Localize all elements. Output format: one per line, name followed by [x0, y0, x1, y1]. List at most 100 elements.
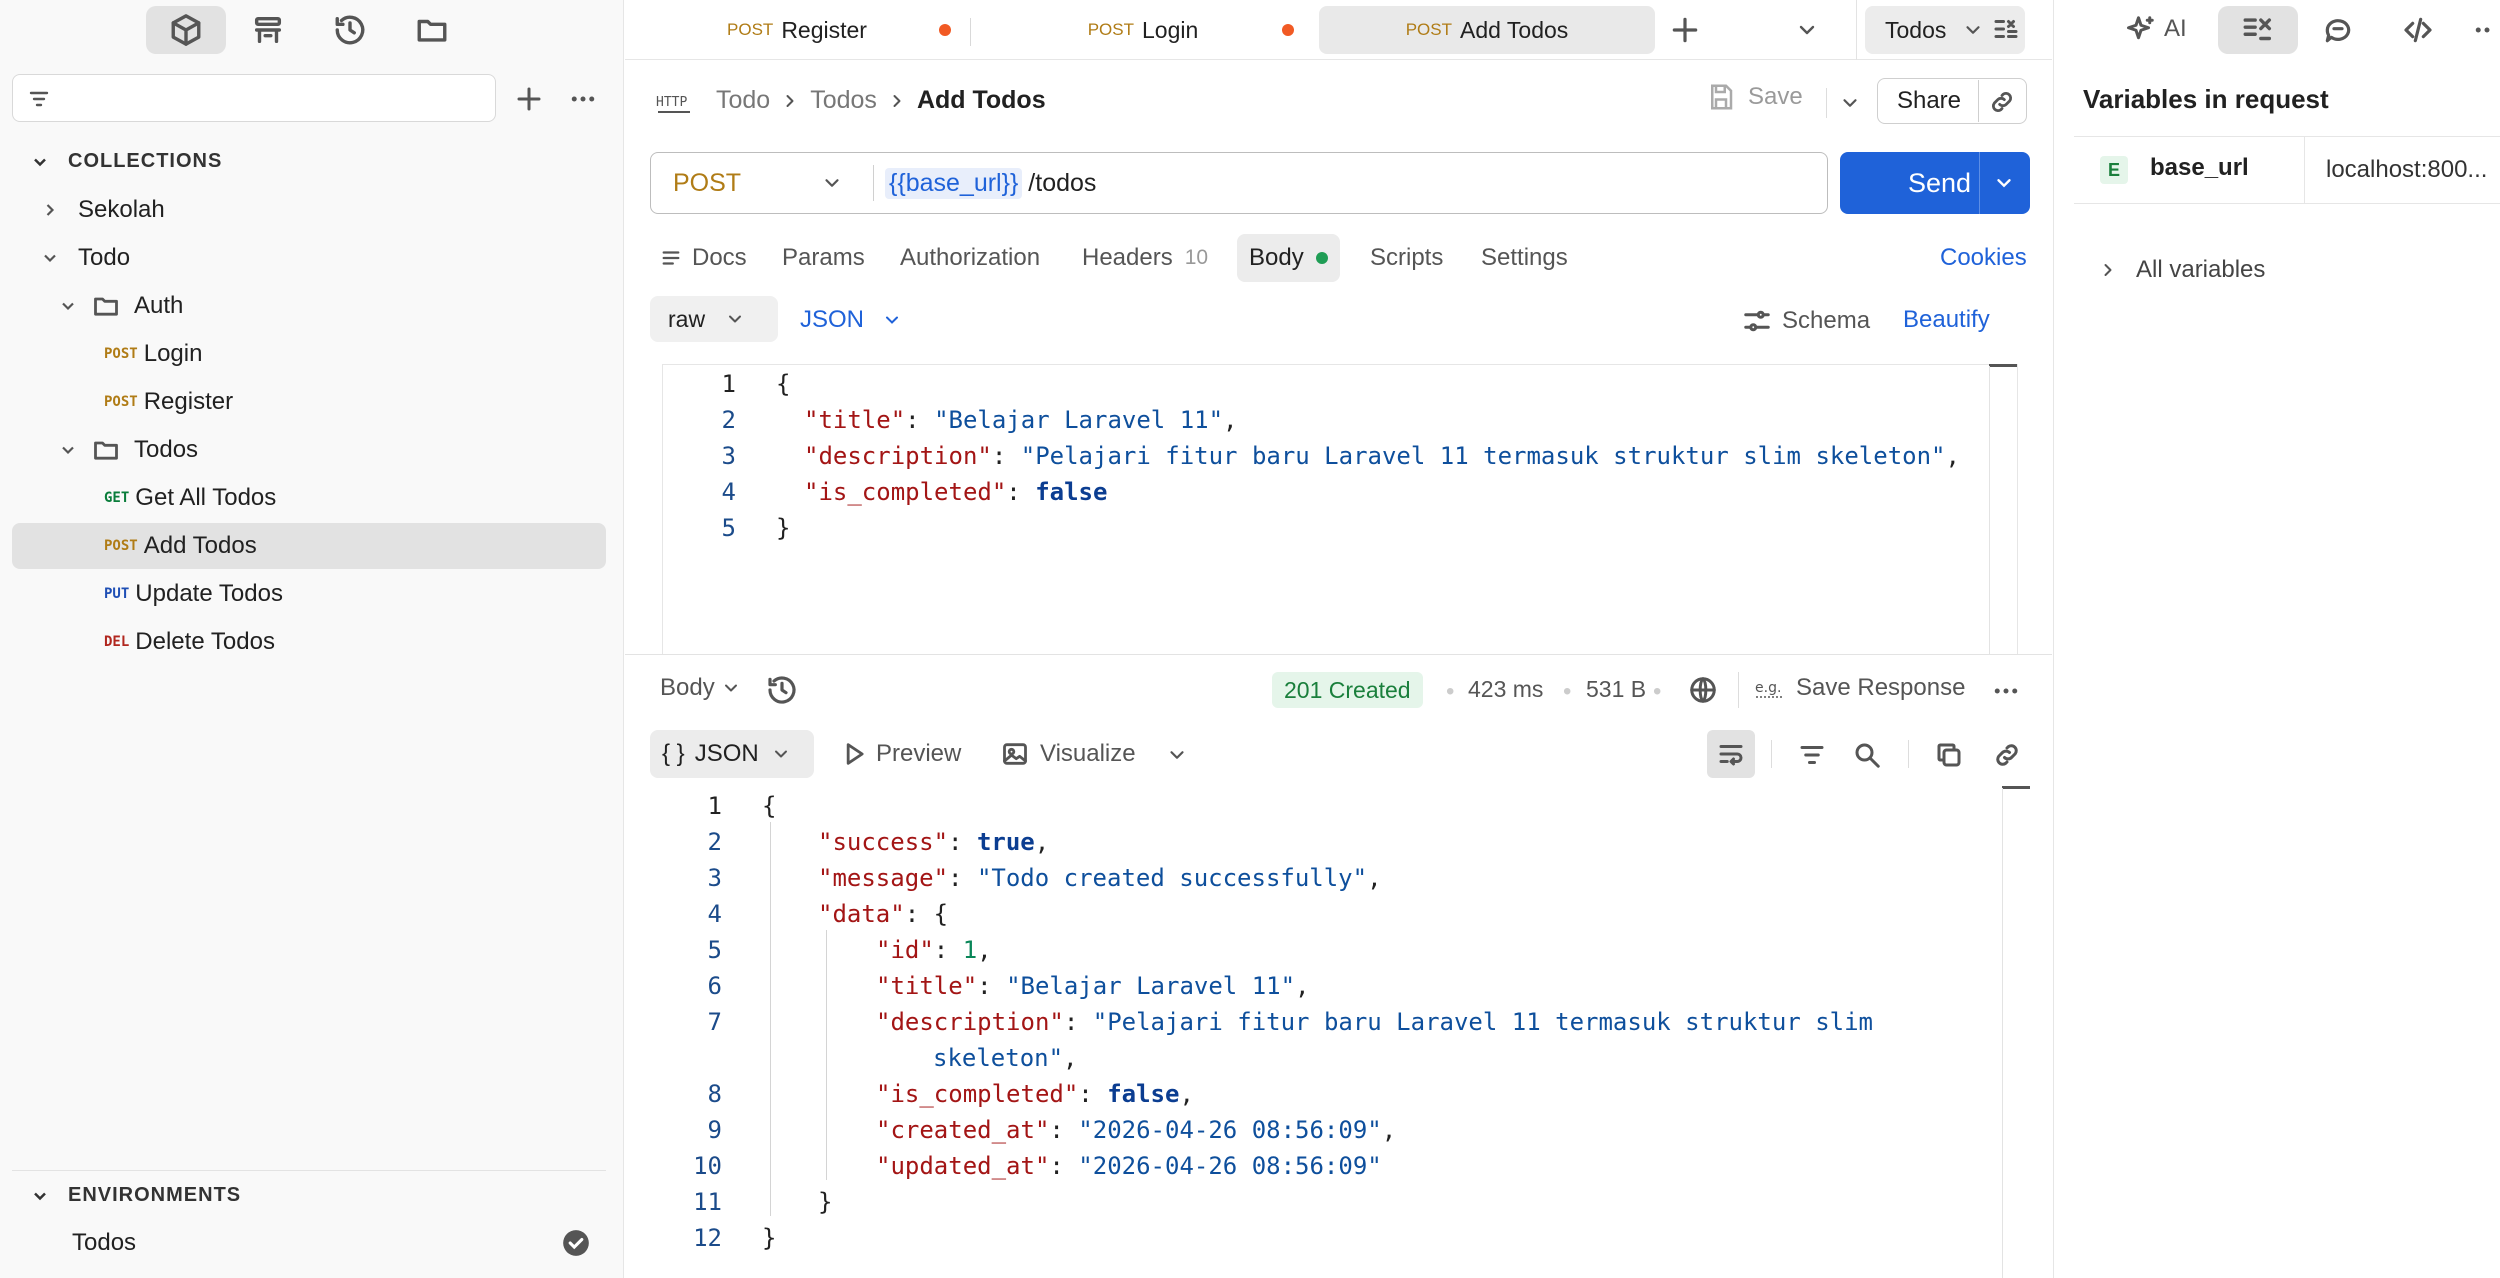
response-view-select[interactable]: Body	[660, 674, 741, 702]
environments-icon[interactable]	[228, 6, 308, 54]
folder-icon	[94, 297, 118, 316]
line-number: 4	[707, 900, 722, 928]
tab-authorization[interactable]: Authorization	[900, 234, 1040, 282]
chevron-down-icon	[774, 750, 787, 758]
line-number: 8	[707, 1080, 722, 1108]
code-line: "title": "Belajar Laravel 11",	[804, 406, 1238, 434]
environment-quick-look-icon[interactable]	[1991, 14, 2021, 44]
filter-icon[interactable]	[1797, 740, 1827, 770]
collections-icon[interactable]	[146, 6, 226, 54]
tab-docs[interactable]: Docs	[660, 234, 747, 282]
tree-request-register[interactable]: POST Register	[12, 379, 606, 425]
body-language-select[interactable]: JSON	[800, 306, 902, 334]
tree-request-get-all-todos[interactable]: GET Get All Todos	[12, 475, 606, 521]
schema-button[interactable]: Schema	[1742, 306, 1870, 336]
code-line: skeleton",	[933, 1044, 1078, 1072]
tab-headers[interactable]: Headers 10	[1082, 234, 1208, 282]
sidebar-filter-input[interactable]	[12, 74, 496, 122]
more-options-icon[interactable]	[1990, 676, 2022, 706]
code-line: "description": "Pelajari fitur baru Lara…	[876, 1008, 1874, 1036]
tree-folder-auth[interactable]: Auth	[12, 283, 606, 329]
tab-body[interactable]: Body	[1237, 234, 1340, 282]
response-format-select[interactable]: { } JSON	[650, 730, 814, 778]
divider	[970, 18, 971, 46]
search-icon[interactable]	[1852, 740, 1882, 770]
add-collection-button[interactable]	[514, 84, 544, 114]
example-icon: e.g.	[1755, 680, 1784, 698]
folder-icon[interactable]	[392, 6, 472, 54]
tree-folder-todos[interactable]: Todos	[12, 427, 606, 473]
breadcrumb-todo[interactable]: Todo	[716, 86, 770, 115]
tree-request-update-todos[interactable]: PUT Update Todos	[12, 571, 606, 617]
code-line: "created_at": "2026-04-26 08:56:09",	[876, 1116, 1397, 1144]
environment-item-todos[interactable]: Todos	[12, 1220, 606, 1266]
save-response-button[interactable]: e.g. Save Response	[1754, 674, 1965, 702]
response-history-icon[interactable]	[766, 674, 798, 706]
tree-item-todo[interactable]: Todo	[12, 235, 606, 281]
link-icon[interactable]	[1992, 740, 2022, 770]
unsaved-dot	[1282, 24, 1294, 36]
tree-item-sekolah[interactable]: Sekolah	[12, 187, 606, 233]
variable-name: base_url	[2150, 154, 2249, 181]
chevron-down-icon	[729, 315, 742, 323]
body-type-select[interactable]: raw	[650, 296, 778, 342]
tab-settings[interactable]: Settings	[1481, 234, 1568, 282]
chevron-down-icon[interactable]	[1166, 744, 1188, 766]
copy-link-icon[interactable]	[1988, 88, 2016, 116]
environments-heading[interactable]: ENVIRONMENTS	[30, 1184, 241, 1207]
svg-text:e.g.: e.g.	[1755, 680, 1781, 696]
tab-register[interactable]: POST Register	[629, 6, 965, 54]
method-select[interactable]: POST	[651, 153, 873, 213]
tree-request-add-todos[interactable]: POST Add Todos	[12, 523, 606, 569]
save-options-chevron-down-icon[interactable]	[1828, 88, 1872, 118]
history-icon[interactable]	[310, 6, 390, 54]
comments-icon[interactable]	[2322, 14, 2354, 46]
status-badge[interactable]: 201 Created	[1272, 672, 1423, 708]
indent-guide	[770, 822, 771, 1216]
environment-scope-badge: E	[2100, 156, 2128, 184]
tab-add-todos[interactable]: POST Add Todos	[1319, 6, 1655, 54]
breadcrumb-todos[interactable]: Todos	[810, 86, 877, 115]
scrollbar[interactable]	[2002, 786, 2030, 789]
all-variables-toggle[interactable]: All variables	[2098, 256, 2265, 284]
copy-icon[interactable]	[1934, 740, 1964, 770]
request-name[interactable]: Add Todos	[917, 86, 1046, 115]
tab-login[interactable]: POST Login	[975, 6, 1311, 54]
tree-request-login[interactable]: POST Login	[12, 331, 606, 377]
code-line: }	[762, 1224, 777, 1252]
response-size[interactable]: 531 B	[1586, 676, 1646, 703]
globe-icon[interactable]	[1688, 675, 1718, 705]
image-icon	[1003, 743, 1027, 765]
pane-splitter[interactable]	[625, 654, 2052, 655]
tree-request-delete-todos[interactable]: DEL Delete Todos	[12, 619, 606, 665]
more-panels-icon[interactable]	[2472, 14, 2500, 46]
preview-button[interactable]: Preview	[840, 740, 961, 768]
more-options-icon[interactable]	[568, 84, 598, 114]
line-number: 10	[693, 1152, 722, 1180]
variables-icon[interactable]	[2218, 6, 2298, 54]
tab-list-chevron-down-icon[interactable]	[1795, 18, 1819, 42]
ai-button[interactable]: AI	[2126, 14, 2187, 44]
code-line: "success": true,	[818, 828, 1050, 856]
chevron-down-icon	[62, 302, 74, 311]
save-button[interactable]: Save	[1706, 82, 1803, 112]
collections-heading[interactable]: COLLECTIONS	[30, 150, 222, 173]
new-tab-button[interactable]	[1669, 14, 1701, 46]
tab-params[interactable]: Params	[782, 234, 865, 282]
cookies-link[interactable]: Cookies	[1940, 234, 2027, 282]
url-variable[interactable]: {{base_url}}	[885, 167, 1023, 199]
beautify-button[interactable]: Beautify	[1903, 306, 1990, 334]
code-icon[interactable]	[2402, 14, 2434, 46]
send-button[interactable]: Send	[1840, 152, 2030, 214]
visualize-button[interactable]: Visualize	[1000, 740, 1136, 768]
line-number: 2	[721, 406, 736, 434]
scrollbar[interactable]	[1989, 364, 2017, 367]
variable-value[interactable]: localhost:800...	[2326, 156, 2487, 184]
url-input[interactable]: {{base_url}} /todos	[885, 153, 1815, 213]
wrap-lines-icon[interactable]	[1707, 730, 1755, 778]
tab-scripts[interactable]: Scripts	[1370, 234, 1443, 282]
response-time[interactable]: 423 ms	[1468, 676, 1543, 703]
line-number: 1	[707, 792, 722, 820]
unsaved-dot	[939, 24, 951, 36]
chevron-down-icon[interactable]	[1993, 172, 2015, 194]
